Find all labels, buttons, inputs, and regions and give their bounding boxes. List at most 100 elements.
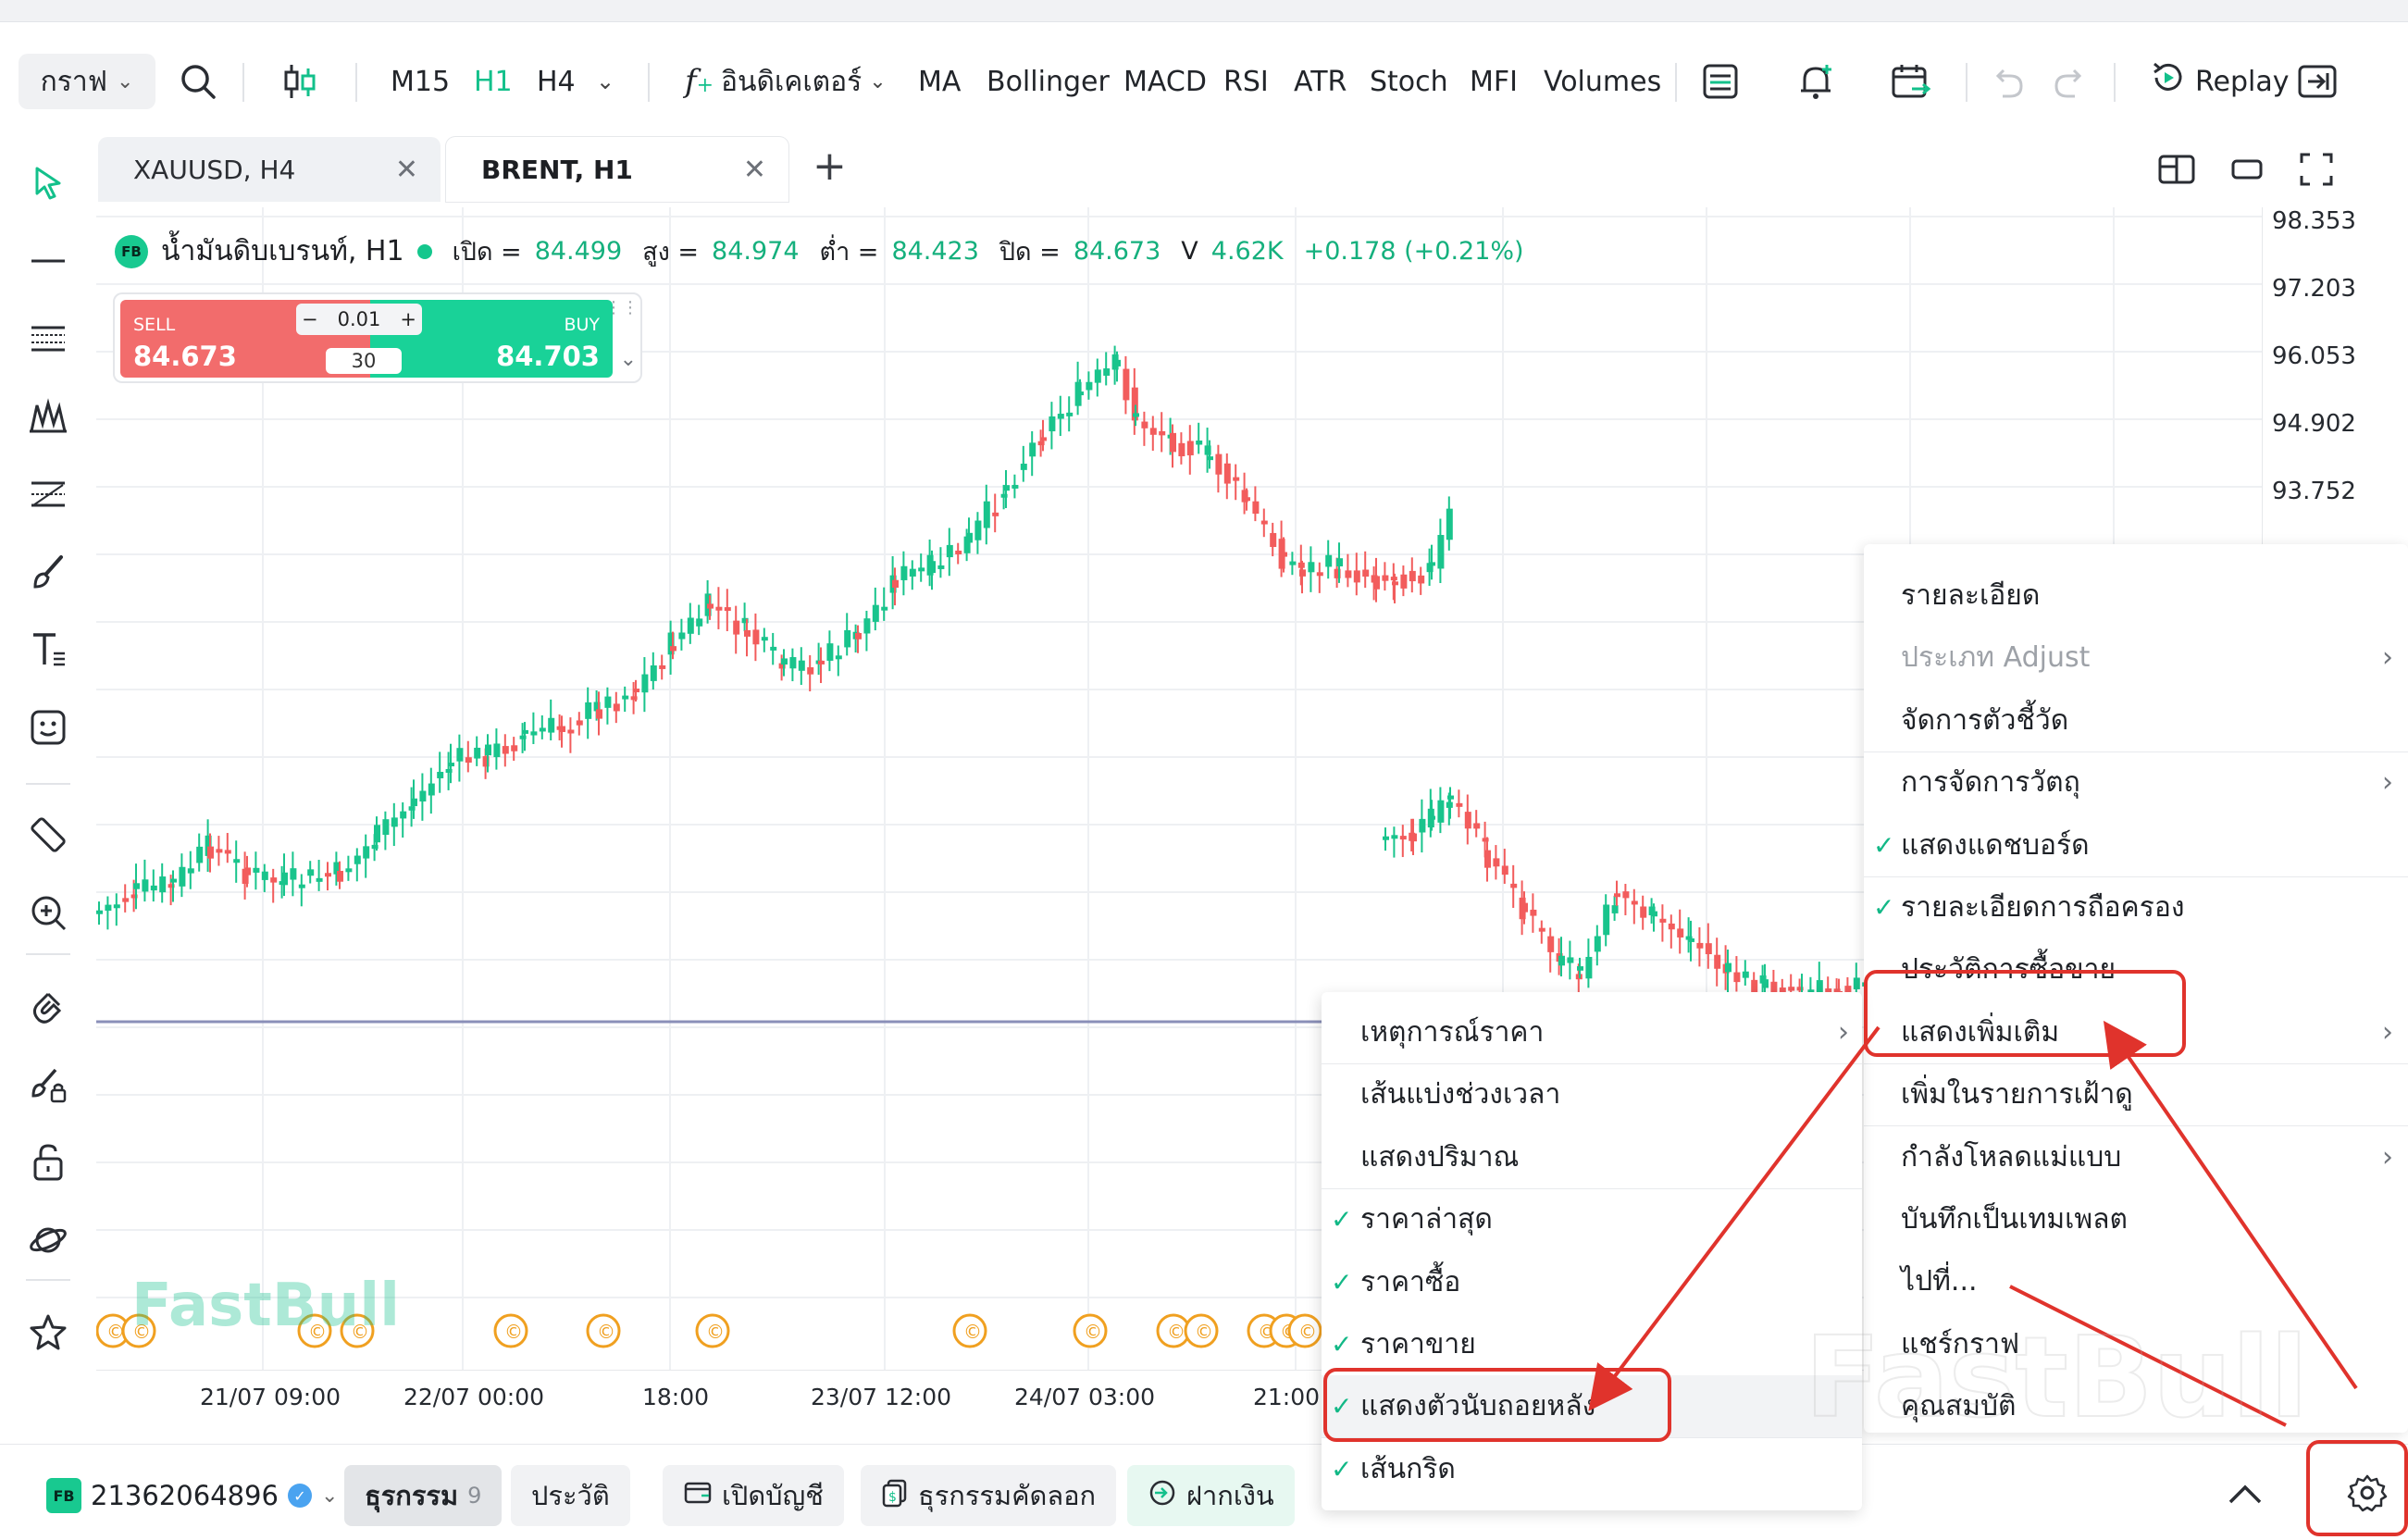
context-menu-item[interactable]: ✓ รายละเอียดการถือครอง <box>1864 876 2408 938</box>
candle-body <box>1419 818 1426 833</box>
exit-icon[interactable] <box>2297 54 2338 109</box>
split-layout-icon[interactable] <box>2158 154 2195 189</box>
planet-icon[interactable] <box>20 1212 76 1268</box>
indicator-stoch[interactable]: Stoch <box>1370 54 1448 109</box>
context-menu-item[interactable]: ✓ แสดงแดชบอร์ด <box>1864 814 2408 876</box>
chevron-down-icon: ⌄ <box>869 69 887 93</box>
candlestick-icon[interactable] <box>279 54 320 109</box>
toolbar-divider <box>648 63 650 102</box>
candle-body <box>133 883 140 889</box>
account-selector[interactable]: FB 21362064896 ✓ ⌄ <box>46 1465 338 1526</box>
context-menu-item[interactable]: ไปที่... <box>1864 1250 2408 1312</box>
indicator-macd[interactable]: MACD <box>1123 54 1207 109</box>
account-badge: FB <box>46 1478 81 1513</box>
context-menu-item[interactable]: ประเภท Adjust › <box>1864 627 2408 689</box>
window-icon[interactable] <box>2230 154 2264 189</box>
candle-body <box>150 885 157 891</box>
context-menu-item[interactable]: การจัดการวัตถุ › <box>1864 751 2408 813</box>
emoji-sticker-icon[interactable] <box>20 700 76 755</box>
chart-type-dropdown[interactable]: กราฟ ⌄ <box>19 54 155 109</box>
add-tab-icon[interactable]: + <box>813 143 847 190</box>
deposit-button[interactable]: ฝากเงิน <box>1127 1465 1295 1526</box>
cursor-icon[interactable] <box>20 155 76 211</box>
candle-body <box>744 629 751 637</box>
context-menu-item[interactable]: บันทึกเป็นเทมเพลต <box>1864 1188 2408 1250</box>
candle-body <box>474 747 481 759</box>
redo-icon[interactable] <box>2051 54 2088 109</box>
candle-body <box>1456 802 1463 807</box>
candle-body <box>522 729 528 734</box>
candle-body <box>1299 569 1306 577</box>
toolbar-divider <box>26 783 70 785</box>
search-icon[interactable] <box>178 54 218 109</box>
undo-icon[interactable] <box>1990 54 2027 109</box>
candle-body <box>1521 902 1528 913</box>
context-menu-item[interactable]: กำลังโหลดแม่แบบ › <box>1864 1126 2408 1188</box>
submenu-item[interactable]: แสดงปริมาณ <box>1322 1126 1862 1188</box>
star-icon[interactable] <box>20 1305 76 1360</box>
indicator-ma[interactable]: MA <box>918 54 961 109</box>
trades-tab[interactable]: ธุรกรรม 9 <box>344 1465 503 1526</box>
indicators-button[interactable]: f+ อินดิเคเตอร์ ⌄ <box>685 54 887 109</box>
volume-label: V <box>1181 237 1198 266</box>
submenu-item[interactable]: เส้นแบ่งช่วงเวลา <box>1322 1063 1862 1125</box>
open-account-button[interactable]: เปิดบัญชี <box>663 1465 844 1526</box>
calendar-icon[interactable] <box>1890 54 1932 109</box>
unlock-icon[interactable] <box>20 1135 76 1190</box>
toolbar-divider <box>2114 63 2116 102</box>
submenu-item[interactable]: ✓ ราคาซื้อ <box>1322 1251 1862 1313</box>
submenu-item-label: เส้นแบ่งช่วงเวลา <box>1360 1078 1561 1112</box>
close-icon[interactable]: ✕ <box>395 154 418 186</box>
tab-brent[interactable]: BRENT, H1 ✕ <box>446 137 788 202</box>
pattern-tool-icon[interactable] <box>20 389 76 444</box>
one-click-trade-widget: SELL 84.673 BUY 84.703 − 0.01 + 30 ⋮⋮ ⌄ <box>113 292 642 383</box>
magnet-icon[interactable] <box>20 979 76 1035</box>
tab-xauusd[interactable]: XAUUSD, H4 ✕ <box>98 137 441 202</box>
alert-icon[interactable] <box>1795 54 1836 109</box>
timeframe-h1[interactable]: H1 <box>474 54 513 109</box>
drag-handle-icon[interactable]: ⋮⋮ <box>605 300 639 317</box>
context-menu-item[interactable]: จัดการตัวชี้วัด <box>1864 689 2408 751</box>
indicator-volumes[interactable]: Volumes <box>1544 54 1661 109</box>
context-menu-item[interactable]: เพิ่มในรายการเฝ้าดู <box>1864 1063 2408 1125</box>
time-tick: 23/07 12:00 <box>811 1384 952 1410</box>
copy-trade-button[interactable]: $ ธุรกรรมคัดลอก <box>861 1465 1117 1526</box>
indicator-bollinger[interactable]: Bollinger <box>987 54 1110 109</box>
candle-body <box>1558 955 1565 966</box>
channel-tool-icon[interactable] <box>20 311 76 366</box>
line-tool-icon[interactable] <box>20 233 76 289</box>
fibonacci-tool-icon[interactable] <box>20 466 76 522</box>
candle-body <box>1244 497 1250 502</box>
indicator-rsi[interactable]: RSI <box>1223 54 1269 109</box>
timeframe-more-chevron-icon[interactable]: ⌄ <box>596 54 614 109</box>
context-menu-item[interactable]: รายละเอียด <box>1864 565 2408 627</box>
timeframe-m15[interactable]: M15 <box>391 54 450 109</box>
layout-icon[interactable] <box>1701 54 1740 109</box>
submenu-item[interactable]: ✓ ราคาขาย <box>1322 1313 1862 1375</box>
candle-body <box>1447 795 1454 800</box>
plus-icon[interactable]: + <box>400 308 416 330</box>
replay-button[interactable]: Replay <box>2149 54 2289 109</box>
text-tool-icon[interactable] <box>20 622 76 677</box>
indicator-atr[interactable]: ATR <box>1294 54 1347 109</box>
brush-icon[interactable] <box>20 544 76 600</box>
indicator-mfi[interactable]: MFI <box>1470 54 1518 109</box>
candle-body <box>1762 979 1769 988</box>
lock-drawing-icon[interactable] <box>20 1057 76 1112</box>
chevron-up-icon[interactable] <box>2225 1476 2265 1513</box>
history-tab[interactable]: ประวัติ <box>511 1465 630 1526</box>
submenu-item[interactable]: ✓ ราคาล่าสุด <box>1322 1188 1862 1250</box>
quantity-stepper[interactable]: − 0.01 + <box>296 304 422 335</box>
submenu-item[interactable]: ✓ เส้นกริด <box>1322 1438 1862 1500</box>
submenu-item[interactable]: เหตุการณ์ราคา › <box>1322 1001 1862 1063</box>
spread-value: 30 <box>326 348 402 374</box>
fullscreen-icon[interactable] <box>2299 152 2334 191</box>
candle-body <box>465 757 472 764</box>
timeframe-h4[interactable]: H4 <box>537 54 576 109</box>
minus-icon[interactable]: − <box>302 308 318 330</box>
zoom-in-icon[interactable] <box>20 885 76 940</box>
ruler-icon[interactable] <box>20 807 76 863</box>
chevron-down-icon[interactable]: ⌄ <box>620 348 637 371</box>
close-icon[interactable]: ✕ <box>743 154 766 186</box>
time-tick: 21:00 <box>1253 1384 1321 1410</box>
